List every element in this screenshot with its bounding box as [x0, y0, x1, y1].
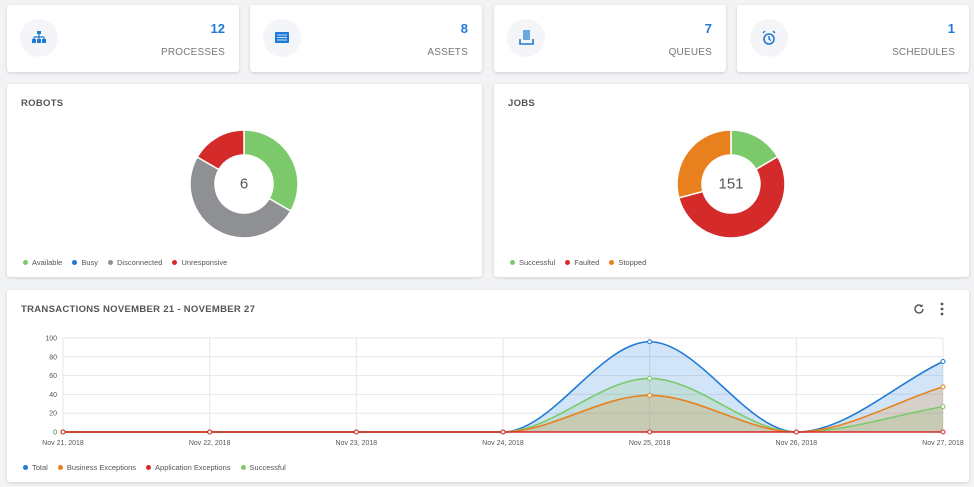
- data-point[interactable]: [940, 429, 946, 435]
- x-tick-label: Nov 22, 2018: [189, 440, 231, 447]
- data-point[interactable]: [647, 375, 653, 381]
- legend-label: Available: [32, 258, 63, 267]
- x-tick-label: Nov 27, 2018: [922, 440, 964, 447]
- y-tick-label: 80: [49, 354, 57, 361]
- robots-total: 6: [239, 175, 249, 193]
- jobs-total: 151: [718, 175, 744, 193]
- jobs-panel: JOBS 151 Successful Faulted Stopped: [494, 84, 969, 277]
- legend-item[interactable]: Available: [23, 258, 62, 267]
- legend-label: Successful: [249, 463, 286, 472]
- y-tick-label: 60: [49, 373, 57, 380]
- legend-label: Application Exceptions: [155, 463, 231, 472]
- data-point[interactable]: [353, 429, 359, 435]
- data-point[interactable]: [60, 429, 66, 435]
- stat-label: QUEUES: [668, 47, 712, 58]
- legend-dot: [510, 260, 515, 265]
- data-point[interactable]: [940, 359, 946, 364]
- data-point[interactable]: [500, 429, 506, 435]
- legend-item[interactable]: Business Exceptions: [57, 463, 137, 472]
- y-tick-label: 20: [49, 411, 57, 418]
- legend-label: Stopped: [618, 258, 647, 267]
- legend-dot: [57, 465, 63, 470]
- alarm-clock-icon: [750, 19, 788, 57]
- legend-item[interactable]: Application Exceptions: [146, 463, 231, 472]
- stat-value: 1: [947, 21, 955, 36]
- stat-value: 8: [460, 21, 468, 36]
- x-tick-label: Nov 23, 2018: [336, 440, 378, 447]
- legend-dot: [108, 260, 113, 265]
- stat-card-queues[interactable]: 7 QUEUES: [494, 5, 726, 72]
- legend-dot: [23, 260, 28, 265]
- x-tick-label: Nov 26, 2018: [776, 440, 818, 447]
- queue-icon: [507, 19, 545, 57]
- stat-label: PROCESSES: [160, 47, 225, 58]
- data-point[interactable]: [207, 429, 213, 435]
- legend-dot: [23, 465, 28, 470]
- legend-dot: [609, 260, 615, 265]
- legend-item[interactable]: Unresponsive: [172, 258, 227, 267]
- stat-card-schedules[interactable]: 1 SCHEDULES: [737, 5, 969, 72]
- stat-label: SCHEDULES: [892, 47, 955, 58]
- data-point[interactable]: [793, 429, 799, 435]
- x-tick-label: Nov 25, 2018: [629, 440, 671, 447]
- legend-label: Business Exceptions: [66, 463, 137, 472]
- legend-item[interactable]: Faulted: [565, 258, 599, 267]
- legend-dot: [565, 260, 571, 265]
- legend-item[interactable]: Successful: [240, 463, 286, 472]
- legend-dot: [172, 260, 178, 265]
- robots-legend: Available Busy Disconnected Unresponsive: [23, 258, 227, 267]
- legend-label: Successful: [519, 258, 556, 267]
- list-icon: [263, 19, 301, 57]
- data-point[interactable]: [940, 384, 946, 390]
- stat-label: ASSETS: [427, 47, 468, 58]
- y-tick-label: 0: [53, 430, 57, 437]
- legend-label: Busy: [81, 258, 98, 267]
- y-tick-label: 100: [45, 336, 57, 343]
- legend-item[interactable]: Busy: [72, 258, 98, 267]
- sitemap-icon: [20, 19, 58, 57]
- stat-card-assets[interactable]: 8 ASSETS: [250, 5, 482, 72]
- stat-card-processes[interactable]: 12 PROCESSES: [7, 5, 239, 72]
- stat-value: 12: [210, 21, 225, 36]
- data-point[interactable]: [647, 339, 653, 345]
- legend-label: Disconnected: [117, 258, 163, 267]
- data-point[interactable]: [647, 392, 653, 398]
- jobs-legend: Successful Faulted Stopped: [510, 258, 646, 267]
- transactions-legend: Total Business Exceptions Application Exce…: [23, 463, 286, 472]
- legend-item[interactable]: Disconnected: [108, 258, 162, 267]
- legend-dot: [146, 465, 152, 470]
- x-tick-label: Nov 24, 2018: [482, 440, 524, 447]
- y-tick-label: 40: [49, 392, 57, 399]
- legend-label: Total: [32, 463, 48, 472]
- transactions-panel: TRANSACTIONS NOVEMBER 21 - NOVEMBER 27 0…: [7, 290, 969, 482]
- legend-item[interactable]: Successful: [510, 258, 555, 267]
- stat-value: 7: [704, 21, 712, 36]
- legend-label: Faulted: [574, 258, 600, 267]
- legend-item[interactable]: Total: [23, 463, 48, 472]
- x-tick-label: Nov 21, 2018: [42, 440, 84, 447]
- legend-dot: [72, 260, 78, 265]
- legend-label: Unresponsive: [181, 258, 228, 267]
- transactions-chart: 0 20 40 60 80 100 Nov 21, 2018 Nov 22, 2018 Nov …: [42, 336, 964, 448]
- robots-panel: ROBOTS 6 Available Busy Disconnected Unresp…: [7, 84, 482, 277]
- data-point[interactable]: [647, 429, 653, 435]
- data-point[interactable]: [940, 404, 946, 410]
- legend-dot: [240, 465, 246, 470]
- legend-item[interactable]: Stopped: [609, 258, 646, 267]
